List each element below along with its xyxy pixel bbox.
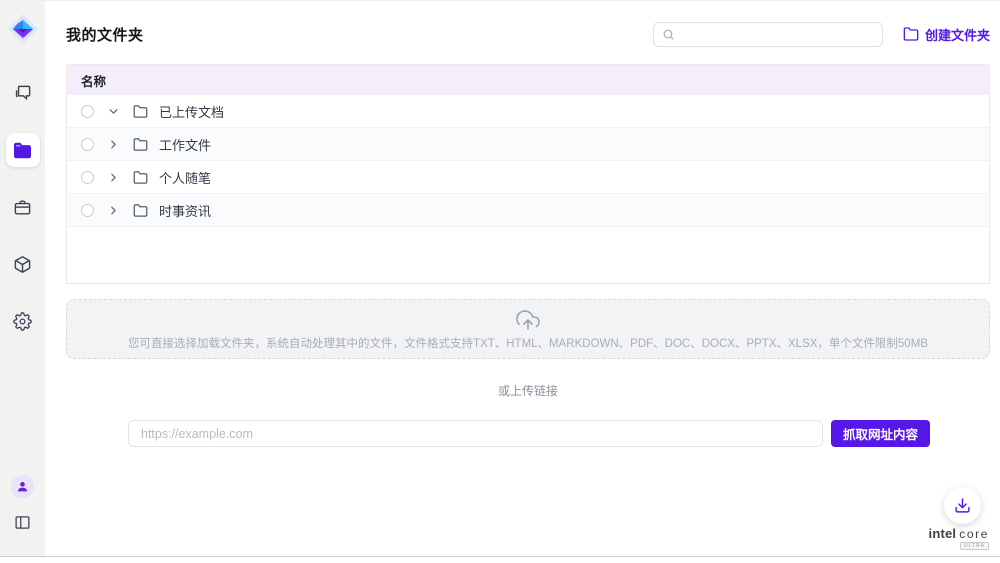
download-fab-button[interactable]	[944, 487, 981, 524]
upload-dropzone[interactable]: 您可直接选择加载文件夹，系统自动处理其中的文件，文件格式支持TXT、HTML、M…	[66, 299, 990, 359]
intel-core-logo: intel core ultra	[929, 526, 989, 550]
column-header-name: 名称	[81, 71, 106, 90]
app-window: 我的文件夹 创建文件夹 名称	[0, 0, 1000, 557]
folder-plus-icon	[903, 26, 919, 42]
sidebar-item-settings[interactable]	[6, 304, 40, 338]
main-content: 我的文件夹 创建文件夹 名称	[45, 1, 1000, 556]
sidebar-item-folders[interactable]	[6, 133, 40, 167]
folder-table: 名称 已上传文档 工作文件	[66, 64, 990, 284]
cube-icon	[13, 255, 32, 274]
folder-icon	[133, 104, 148, 119]
app-logo[interactable]	[6, 12, 40, 46]
search-input[interactable]	[681, 27, 874, 41]
folder-row[interactable]: 时事资讯	[67, 194, 989, 227]
sidebar-item-toolbox[interactable]	[6, 190, 40, 224]
sidebar-nav	[6, 76, 40, 338]
url-upload-row: 抓取网址内容	[128, 420, 930, 447]
folder-row[interactable]: 工作文件	[67, 128, 989, 161]
gear-icon	[13, 312, 32, 331]
intel-label: intel	[929, 526, 957, 541]
row-checkbox[interactable]	[81, 204, 94, 217]
sidebar-item-models[interactable]	[6, 247, 40, 281]
chevron-down-icon[interactable]	[107, 105, 120, 118]
chevron-right-icon[interactable]	[107, 171, 120, 184]
folder-name: 时事资讯	[159, 201, 211, 220]
intel-core-wordmark: intel core	[929, 526, 989, 541]
collapse-sidebar-button[interactable]	[11, 510, 35, 534]
folder-icon	[133, 137, 148, 152]
diamond-logo-icon	[7, 13, 39, 45]
collapse-panel-icon	[14, 514, 31, 531]
folder-row[interactable]: 已上传文档	[67, 95, 989, 128]
row-checkbox[interactable]	[81, 105, 94, 118]
user-avatar[interactable]	[11, 475, 34, 498]
sidebar	[0, 1, 45, 556]
fetch-url-button[interactable]: 抓取网址内容	[831, 420, 930, 447]
folder-icon	[133, 203, 148, 218]
chevron-right-icon[interactable]	[107, 204, 120, 217]
or-upload-link-label: 或上传链接	[66, 382, 990, 399]
create-folder-label: 创建文件夹	[925, 25, 990, 44]
sidebar-item-chat[interactable]	[6, 76, 40, 110]
upload-hint: 您可直接选择加载文件夹，系统自动处理其中的文件，文件格式支持TXT、HTML、M…	[128, 335, 928, 351]
folder-icon	[13, 141, 32, 160]
download-icon	[954, 497, 971, 514]
folder-icon	[133, 170, 148, 185]
url-input[interactable]	[128, 420, 823, 447]
core-label: core	[959, 527, 989, 541]
folder-name: 已上传文档	[159, 102, 224, 121]
folder-name: 个人随笔	[159, 168, 211, 187]
person-icon	[16, 480, 29, 493]
briefcase-icon	[13, 198, 32, 217]
sidebar-bottom	[11, 475, 35, 534]
search-box[interactable]	[653, 22, 883, 47]
row-checkbox[interactable]	[81, 138, 94, 151]
folder-row[interactable]: 个人随笔	[67, 161, 989, 194]
create-folder-button[interactable]: 创建文件夹	[903, 25, 990, 44]
upload-cloud-icon	[516, 308, 540, 332]
intel-ultra-badge: ultra	[960, 542, 989, 550]
page-title: 我的文件夹	[66, 24, 144, 45]
table-header-row: 名称	[67, 65, 989, 95]
row-checkbox[interactable]	[81, 171, 94, 184]
search-icon	[662, 28, 675, 41]
chevron-right-icon[interactable]	[107, 138, 120, 151]
chat-icon	[13, 84, 32, 103]
topbar: 我的文件夹 创建文件夹	[66, 21, 990, 47]
folder-name: 工作文件	[159, 135, 211, 154]
